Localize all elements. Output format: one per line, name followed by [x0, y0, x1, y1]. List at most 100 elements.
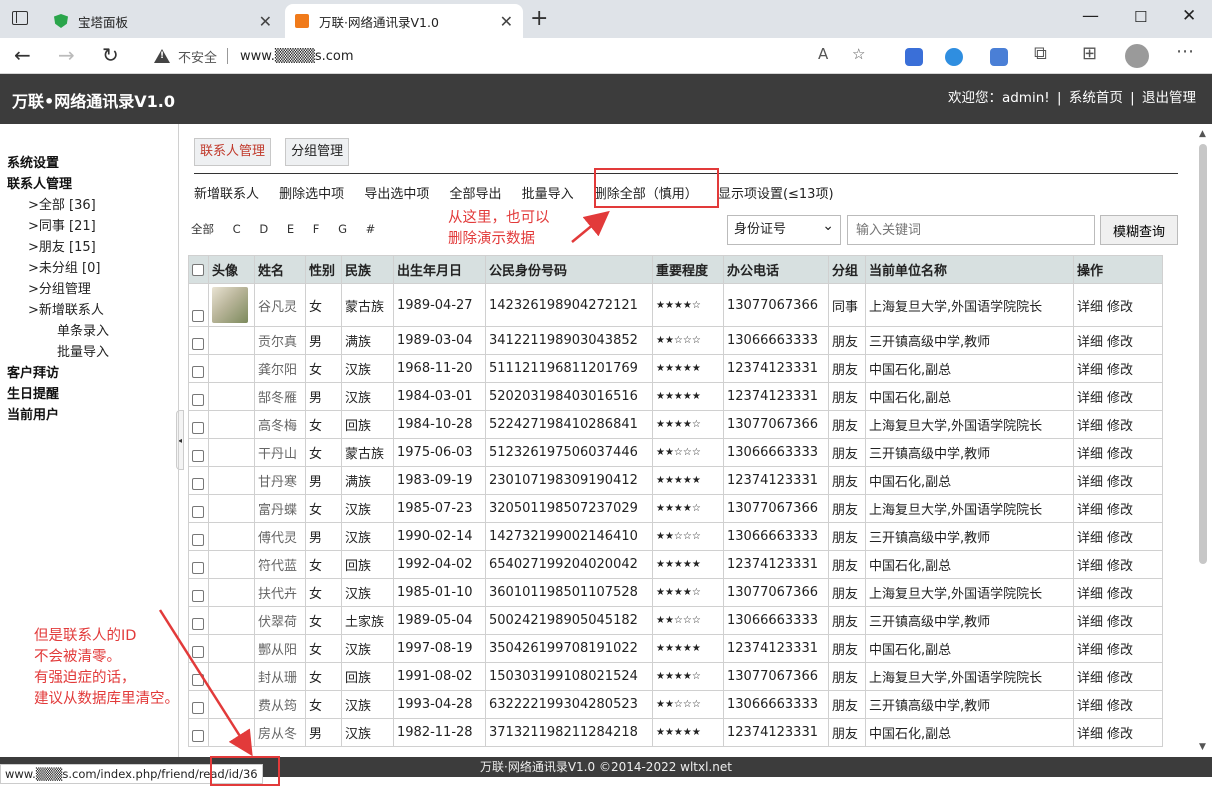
row-checkbox[interactable] [192, 421, 204, 434]
sidebar-item-groups[interactable]: >分组管理 [28, 278, 91, 297]
detail-link[interactable]: 详细 [1077, 615, 1103, 630]
maximize-icon[interactable]: ☐ [1134, 8, 1147, 26]
letter-filter-item[interactable]: C [233, 222, 241, 236]
letter-filter-item[interactable]: F [313, 222, 320, 236]
new-tab-icon[interactable]: + [530, 6, 548, 31]
sidebar-item-colleague[interactable]: >同事 [21] [28, 215, 96, 234]
search-field-select[interactable]: 身份证号 [727, 212, 841, 245]
edit-link[interactable]: 修改 [1107, 335, 1133, 350]
detail-link[interactable]: 详细 [1077, 419, 1103, 434]
search-input[interactable] [847, 215, 1095, 245]
table-row[interactable]: 甘丹寒男满族 1983-09-19 230107198309190412 ★★★★★ 1… [188, 466, 1163, 495]
export-all-link[interactable]: 全部导出 [449, 187, 501, 202]
home-link[interactable]: 系统首页 [1069, 90, 1123, 106]
scroll-down-icon[interactable]: ▼ [1199, 742, 1206, 752]
row-checkbox[interactable] [192, 449, 204, 462]
sidebar-item-birthday[interactable]: 生日提醒 [7, 383, 59, 402]
letter-filter-item[interactable]: G [338, 222, 347, 236]
table-row[interactable]: 谷凡灵女蒙古族 1989-04-27 142326198904272121 ★★★★☆… [188, 283, 1163, 327]
detail-link[interactable]: 详细 [1077, 587, 1103, 602]
row-checkbox[interactable] [192, 673, 204, 686]
row-checkbox[interactable] [192, 309, 204, 322]
edit-link[interactable]: 修改 [1107, 727, 1133, 742]
letter-filter-item[interactable]: E [287, 222, 294, 236]
table-row[interactable]: 高冬梅女回族 1984-10-28 522427198410286841 ★★★★☆ 1… [188, 410, 1163, 439]
detail-link[interactable]: 详细 [1077, 559, 1103, 574]
browser-tab-wltxl[interactable]: 万联·网络通讯录V1.0 ✕ [285, 4, 523, 38]
add-contact-link[interactable]: 新增联系人 [194, 187, 259, 202]
table-row[interactable]: 房从冬男汉族 1982-11-28 371321198211284218 ★★★★★ 1… [188, 718, 1163, 747]
sidebar-item-ungrouped[interactable]: >未分组 [0] [28, 257, 100, 276]
page-scrollbar[interactable]: ▲ ▼ [1194, 124, 1212, 757]
search-button[interactable]: 模糊查询 [1100, 215, 1178, 245]
detail-link[interactable]: 详细 [1077, 391, 1103, 406]
table-row[interactable]: 酆从阳女汉族 1997-08-19 350426199708191022 ★★★★★ 1… [188, 634, 1163, 663]
select-all-checkbox[interactable] [192, 263, 204, 276]
edit-link[interactable]: 修改 [1107, 475, 1133, 490]
back-icon[interactable]: ← [14, 43, 31, 67]
edit-link[interactable]: 修改 [1107, 671, 1133, 686]
window-close-icon[interactable]: ✕ [1182, 6, 1196, 26]
sidebar-item-batch-import[interactable]: 批量导入 [57, 341, 109, 360]
table-row[interactable]: 贡尔真男满族 1989-03-04 341221198903043852 ★★☆☆☆ 1… [188, 326, 1163, 355]
edit-link[interactable]: 修改 [1107, 531, 1133, 546]
close-icon[interactable]: ✕ [259, 12, 272, 31]
table-row[interactable]: 郜冬雁男汉族 1984-03-01 520203198403016516 ★★★★★ 1… [188, 382, 1163, 411]
more-menu-icon[interactable]: ⋯ [1176, 41, 1194, 62]
logout-link[interactable]: 退出管理 [1142, 90, 1196, 106]
sidebar-item-current-user[interactable]: 当前用户 [7, 404, 59, 423]
edit-link[interactable]: 修改 [1107, 699, 1133, 714]
row-checkbox[interactable] [192, 729, 204, 742]
edit-link[interactable]: 修改 [1107, 615, 1133, 630]
row-checkbox[interactable] [192, 337, 204, 350]
sidebar-item-settings[interactable]: 系统设置 [7, 152, 59, 171]
tab-actions-icon[interactable] [12, 11, 28, 25]
collections-icon[interactable]: ⊞ [1082, 43, 1097, 64]
scroll-up-icon[interactable]: ▲ [1199, 129, 1206, 139]
edit-link[interactable]: 修改 [1107, 447, 1133, 462]
detail-link[interactable]: 详细 [1077, 671, 1103, 686]
detail-link[interactable]: 详细 [1077, 503, 1103, 518]
table-row[interactable]: 伏翠荷女土家族 1989-05-04 500242198905045182 ★★☆☆☆… [188, 606, 1163, 635]
table-row[interactable]: 富丹蝶女汉族 1985-07-23 320501198507237029 ★★★★☆ 1… [188, 494, 1163, 523]
close-icon[interactable]: ✕ [500, 12, 513, 31]
sidebar-item-all[interactable]: >全部 [36] [28, 194, 96, 213]
batch-import-link[interactable]: 批量导入 [522, 187, 574, 202]
letter-filter-item[interactable]: 全部 [191, 222, 214, 236]
refresh-icon[interactable]: ↻ [102, 43, 119, 67]
detail-link[interactable]: 详细 [1077, 475, 1103, 490]
row-checkbox[interactable] [192, 393, 204, 406]
table-row[interactable]: 干丹山女蒙古族 1975-06-03 512326197506037446 ★★☆☆☆… [188, 438, 1163, 467]
table-row[interactable]: 龚尔阳女汉族 1968-11-20 511121196811201769 ★★★★★ 1… [188, 354, 1163, 383]
calendar-icon[interactable] [990, 48, 1008, 66]
edit-link[interactable]: 修改 [1107, 643, 1133, 658]
row-checkbox[interactable] [192, 505, 204, 518]
browser-tab-baota[interactable]: 宝塔面板 ✕ [44, 4, 282, 38]
read-aloud-icon[interactable]: A [818, 45, 828, 63]
profile-avatar-icon[interactable] [1125, 44, 1149, 68]
letter-filter-item[interactable]: # [366, 222, 376, 236]
table-row[interactable]: 傅代灵男汉族 1990-02-14 142732199002146410 ★★☆☆☆ 1… [188, 522, 1163, 551]
table-row[interactable]: 封从珊女回族 1991-08-02 150303199108021524 ★★★★☆ 1… [188, 662, 1163, 691]
extension-icon[interactable] [945, 48, 963, 66]
favorite-star-icon[interactable]: ☆ [852, 45, 865, 63]
edit-link[interactable]: 修改 [1107, 300, 1133, 315]
letter-filter-item[interactable]: D [259, 222, 268, 236]
sidebar-item-single-entry[interactable]: 单条录入 [57, 320, 109, 339]
edit-link[interactable]: 修改 [1107, 419, 1133, 434]
edit-link[interactable]: 修改 [1107, 363, 1133, 378]
detail-link[interactable]: 详细 [1077, 727, 1103, 742]
detail-link[interactable]: 详细 [1077, 335, 1103, 350]
sidebar-item-add-contact[interactable]: >新增联系人 [28, 299, 104, 318]
sidebar-item-contacts[interactable]: 联系人管理 [7, 173, 72, 192]
edit-link[interactable]: 修改 [1107, 559, 1133, 574]
detail-link[interactable]: 详细 [1077, 447, 1103, 462]
row-checkbox[interactable] [192, 645, 204, 658]
detail-link[interactable]: 详细 [1077, 643, 1103, 658]
row-checkbox[interactable] [192, 533, 204, 546]
url-field[interactable]: 不安全 www.▒▒▒▒s.com [140, 42, 880, 70]
scrollbar-thumb[interactable] [1199, 144, 1207, 564]
export-selected-link[interactable]: 导出选中项 [364, 187, 429, 202]
detail-link[interactable]: 详细 [1077, 699, 1103, 714]
detail-link[interactable]: 详细 [1077, 363, 1103, 378]
